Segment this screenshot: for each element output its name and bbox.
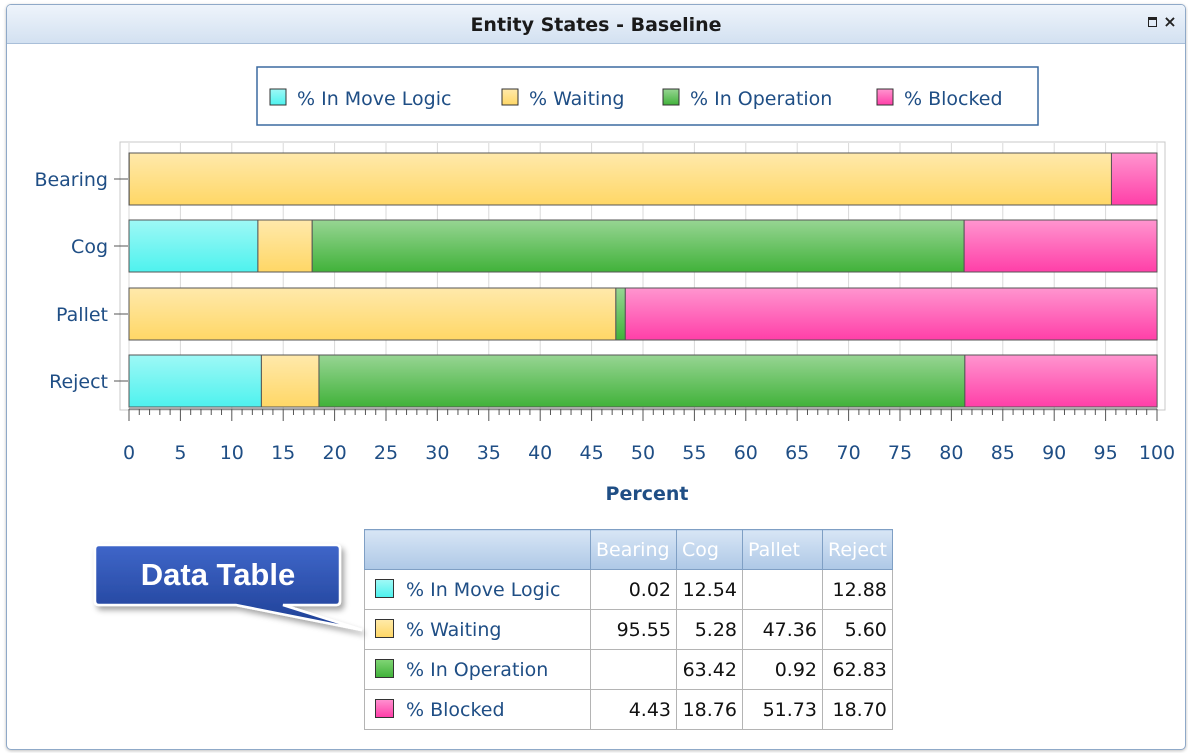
table-cell: 0.02 (590, 569, 677, 610)
row-label: % Waiting (364, 609, 591, 650)
table-row: % Waiting 95.55 5.28 47.36 5.60 (364, 609, 893, 650)
table-cell: 0.92 (742, 649, 823, 690)
bar-reject-blocked (964, 354, 1158, 408)
legend-swatch-in-operation-icon (662, 88, 680, 106)
x-tick-label: 20 (323, 442, 347, 464)
legend-swatch-blocked-icon (876, 88, 894, 106)
row-label-text: % Blocked (406, 698, 505, 721)
bar-bearing-waiting (128, 152, 1112, 206)
x-tick-label: 45 (580, 442, 604, 464)
table-header-bearing: Bearing (590, 529, 677, 570)
category-label-cog: Cog (71, 236, 108, 258)
table-cell: 62.83 (822, 649, 893, 690)
legend-swatch-waiting-icon (501, 88, 519, 106)
table-cell: 12.88 (822, 569, 893, 610)
blocked-swatch-icon (375, 698, 394, 718)
table-header-reject: Reject (822, 529, 893, 570)
x-tick-label: 60 (734, 442, 758, 464)
x-tick-label: 55 (682, 442, 706, 464)
bar-reject-in-move-logic (128, 354, 262, 408)
x-tick-label: 50 (631, 442, 655, 464)
bar-pallet-in-operation (615, 287, 626, 341)
legend-swatch-in-move-logic-icon (269, 88, 287, 106)
legend-label-blocked: % Blocked (904, 88, 1003, 110)
table-cell: 51.73 (742, 689, 823, 730)
bar-pallet-blocked (624, 287, 1158, 341)
table-cell: 18.70 (822, 689, 893, 730)
bar-cog-in-operation (311, 219, 965, 273)
callout-label: Data Table (140, 557, 296, 592)
table-row: % In Move Logic 0.02 12.54 12.88 (364, 569, 893, 610)
x-tick-label: 35 (477, 442, 501, 464)
table-row: % Blocked 4.43 18.76 51.73 18.70 (364, 689, 893, 730)
table-header-corner (364, 529, 591, 570)
row-label-text: % In Operation (406, 658, 549, 681)
category-label-reject: Reject (49, 371, 108, 393)
table-header-cog: Cog (676, 529, 743, 570)
legend-label-in-move-logic: % In Move Logic (297, 88, 451, 110)
row-label-text: % In Move Logic (406, 578, 561, 601)
bar-cog-in-move-logic (128, 219, 259, 273)
bar-reject-in-operation (318, 354, 966, 408)
row-label: % In Operation (364, 649, 591, 690)
x-axis-title: Percent (606, 483, 689, 505)
table-row: % In Operation 63.42 0.92 62.83 (364, 649, 893, 690)
x-tick-label: 15 (271, 442, 295, 464)
x-tick-label: 0 (123, 442, 135, 464)
table-cell: 47.36 (742, 609, 823, 650)
x-tick-label: 95 (1094, 442, 1118, 464)
y-axis: Bearing Cog Pallet Reject (34, 169, 128, 393)
bar-pallet-waiting (128, 287, 617, 341)
x-tick-label: 80 (939, 442, 963, 464)
x-tick-label: 25 (374, 442, 398, 464)
bar-bearing-blocked (1110, 152, 1158, 206)
table-cell: 12.54 (676, 569, 743, 610)
table-cell: 5.28 (676, 609, 743, 650)
x-tick-label: 85 (991, 442, 1015, 464)
category-label-bearing: Bearing (34, 169, 108, 191)
legend-label-waiting: % Waiting (529, 88, 624, 110)
table-cell: 18.76 (676, 689, 743, 730)
x-tick-label: 5 (174, 442, 186, 464)
table-cell (590, 649, 677, 690)
legend-label-in-operation: % In Operation (690, 88, 832, 110)
move-logic-swatch-icon (375, 578, 394, 598)
table-cell: 95.55 (590, 609, 677, 650)
row-label: % Blocked (364, 689, 591, 730)
bar-cog-waiting (257, 219, 313, 273)
category-label-pallet: Pallet (56, 304, 108, 326)
x-tick-label: 100 (1139, 442, 1175, 464)
table-cell: 63.42 (676, 649, 743, 690)
x-tick-label: 75 (888, 442, 912, 464)
operation-swatch-icon (375, 658, 394, 678)
x-tick-label: 10 (220, 442, 244, 464)
data-table: Bearing Cog Pallet Reject % In Move Logi… (364, 529, 893, 730)
x-axis: 0 5 10 15 20 25 30 35 40 45 50 55 60 65 70 75 80 85 90 95 10… (123, 408, 1175, 464)
table-cell (742, 569, 823, 610)
row-label: % In Move Logic (364, 569, 591, 610)
bar-reject-waiting (260, 354, 320, 408)
table-header-pallet: Pallet (742, 529, 823, 570)
x-tick-label: 30 (425, 442, 449, 464)
row-label-text: % Waiting (406, 618, 502, 641)
x-tick-label: 40 (528, 442, 552, 464)
table-header-row: Bearing Cog Pallet Reject (364, 529, 893, 570)
bar-cog-blocked (963, 219, 1158, 273)
waiting-swatch-icon (375, 618, 394, 638)
table-cell: 5.60 (822, 609, 893, 650)
x-tick-label: 65 (785, 442, 809, 464)
table-cell: 4.43 (590, 689, 677, 730)
x-tick-label: 70 (837, 442, 861, 464)
x-tick-label: 90 (1042, 442, 1066, 464)
